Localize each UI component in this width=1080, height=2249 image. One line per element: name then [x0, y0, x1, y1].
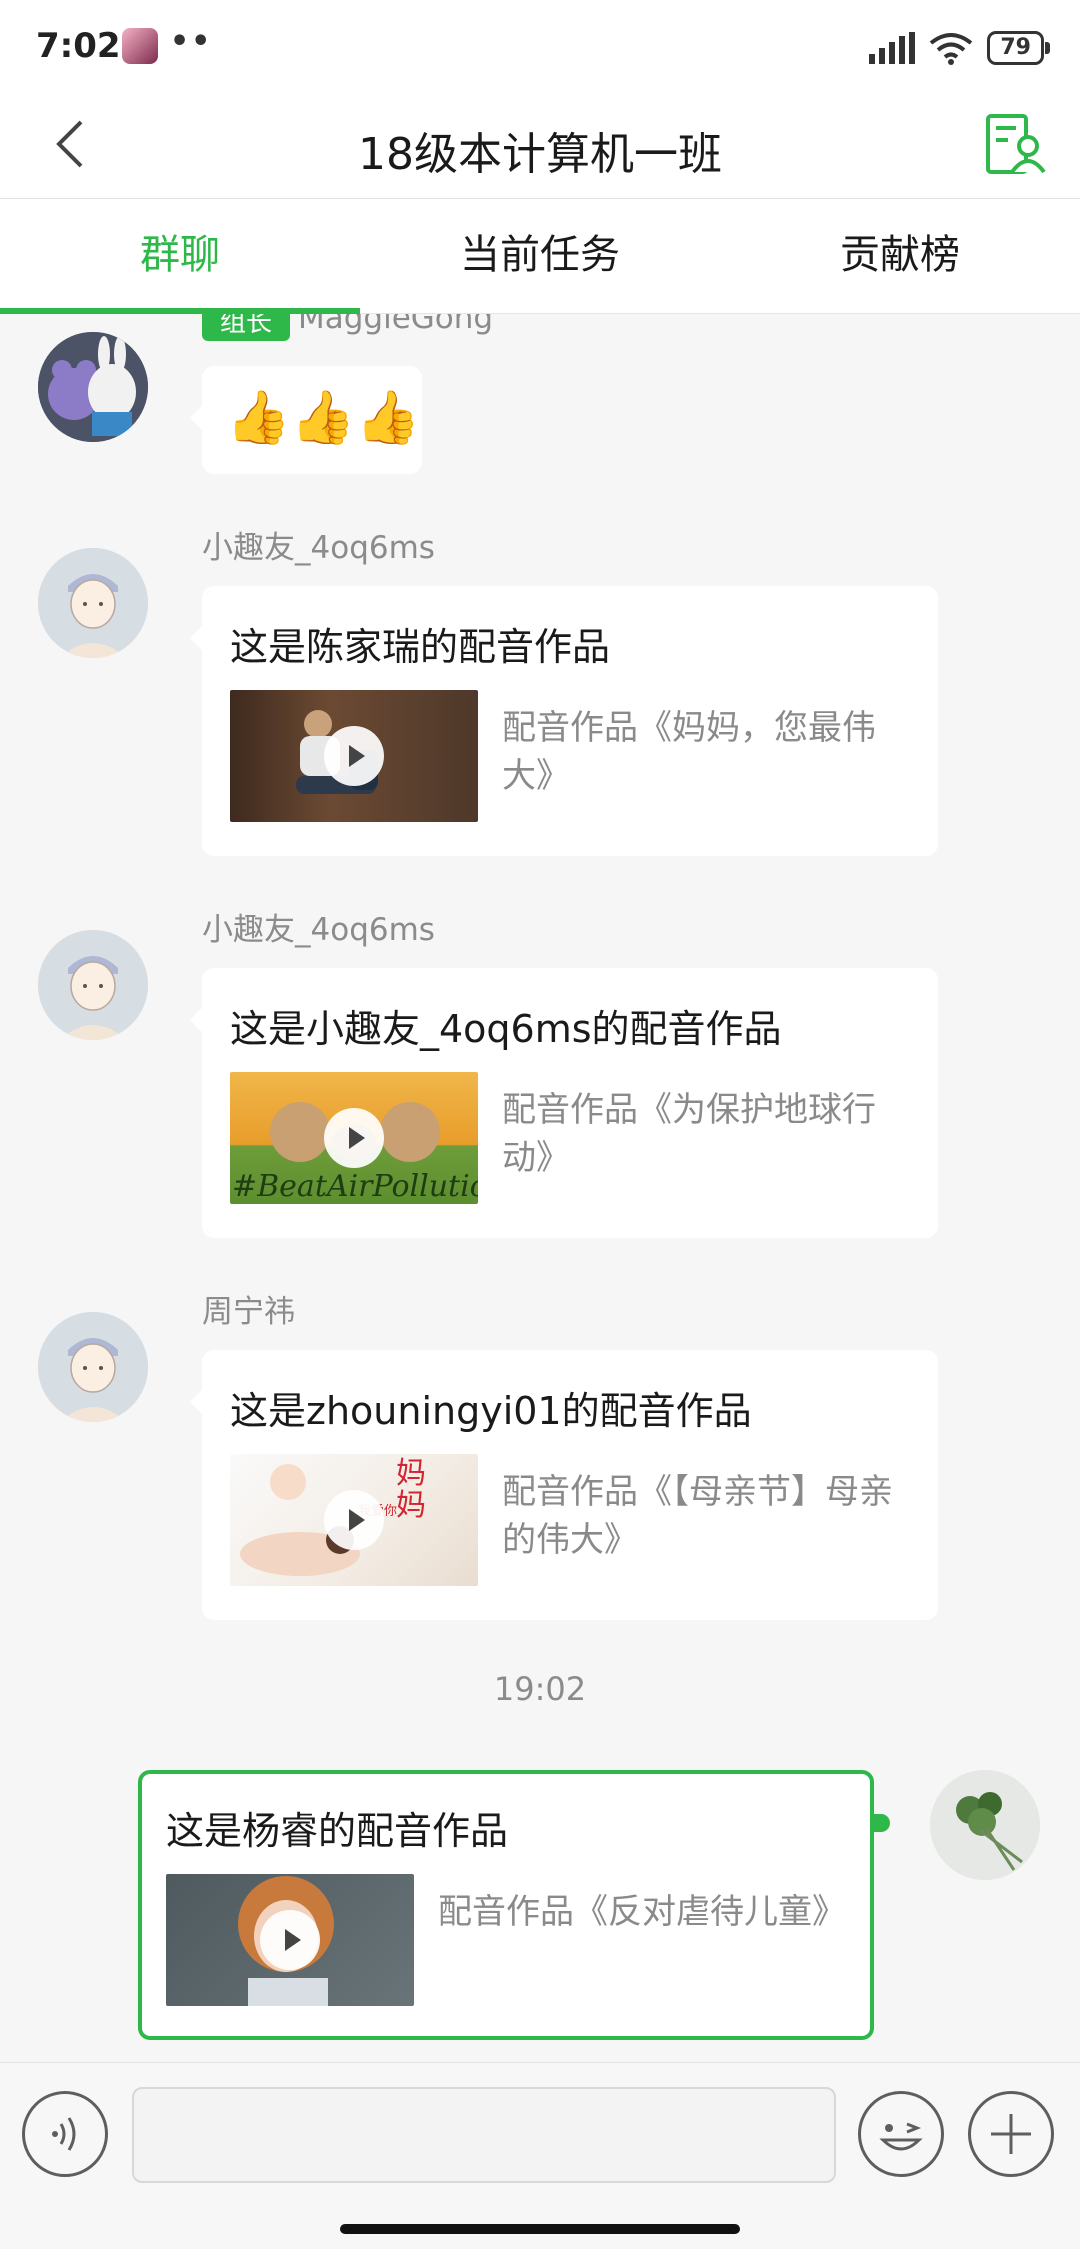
plus-icon	[991, 2114, 1031, 2154]
sender-name: MaggieGong	[298, 314, 494, 336]
tab-bar: 群聊 当前任务 贡献榜	[0, 199, 1080, 314]
play-icon[interactable]	[260, 1910, 320, 1970]
card-title: 这是zhouningyi01的配音作品	[230, 1389, 752, 1433]
signal-icon	[869, 32, 916, 64]
app-header: 18级本计算机一班	[0, 92, 1080, 199]
emoji-button[interactable]	[858, 2091, 944, 2177]
card-description: 配音作品《为保护地球行动》	[502, 1090, 876, 1178]
thumbnail-title-text: 妈妈	[396, 1456, 426, 1523]
status-bar: 7:02 •• 79	[0, 0, 1080, 92]
dubbing-work-card[interactable]: 这是zhouningyi01的配音作品 妈妈 我爱你 配音作品《【母亲节】母亲的…	[190, 1350, 938, 1620]
app-notification-icon	[122, 28, 158, 64]
wifi-icon	[930, 33, 973, 65]
voice-icon	[52, 2117, 76, 2151]
card-description: 配音作品《【母亲节】母亲的伟大》	[502, 1472, 893, 1560]
flowers-avatar-image	[930, 1770, 1040, 1880]
more-notifications-indicator: ••	[170, 24, 213, 59]
plush-toys-avatar-image	[38, 332, 148, 442]
video-thumbnail[interactable]: #BeatAirPollution	[230, 1072, 478, 1204]
default-user-avatar-icon	[38, 1312, 148, 1422]
emoji-message-bubble[interactable]: 👍👍👍	[190, 366, 422, 474]
bubble-tail	[874, 1814, 890, 1832]
card-description: 配音作品《妈妈，您最伟大》	[502, 708, 876, 796]
dubbing-work-card[interactable]: 这是小趣友_4oq6ms的配音作品 #BeatAirPollution 配音作品…	[190, 968, 938, 1238]
play-icon[interactable]	[324, 1490, 384, 1550]
sender-name: 周宁祎	[202, 1294, 295, 1330]
play-icon[interactable]	[324, 1108, 384, 1168]
default-user-avatar-icon	[38, 930, 148, 1040]
thumbs-up-emoji: 👍👍👍	[226, 388, 421, 448]
page-title: 18级本计算机一班	[358, 129, 722, 180]
message-input-bar	[0, 2062, 1080, 2249]
message-timestamp: 19:02	[493, 1670, 587, 1708]
avatar[interactable]	[38, 332, 148, 442]
thumbnail-hashtag: #BeatAirPollution	[232, 1169, 478, 1204]
sender-name: 小趣友_4oq6ms	[202, 912, 435, 948]
tab-current-tasks[interactable]: 当前任务	[360, 199, 720, 313]
tab-contribution-ranking[interactable]: 贡献榜	[720, 199, 1080, 313]
card-title: 这是小趣友_4oq6ms的配音作品	[230, 1007, 782, 1051]
status-time: 7:02	[36, 26, 121, 66]
my-dubbing-work-card[interactable]: 这是杨睿的配音作品 配音作品《反对虐待儿童》	[138, 1770, 874, 2040]
chat-message-list[interactable]: 组长 MaggieGong 👍👍👍 小趣友_4oq6ms 这是陈家瑞的配音作品 …	[0, 314, 1080, 2062]
member-list-icon	[986, 114, 1046, 174]
battery-indicator: 79	[987, 31, 1050, 65]
smiley-wink-icon	[879, 2122, 923, 2151]
dubbing-work-card[interactable]: 这是陈家瑞的配音作品 配音作品《妈妈，您最伟大》	[190, 586, 938, 856]
avatar[interactable]	[38, 1312, 148, 1422]
my-avatar[interactable]	[930, 1770, 1040, 1880]
avatar[interactable]	[38, 930, 148, 1040]
message-input[interactable]	[132, 2087, 836, 2183]
group-members-button[interactable]	[982, 112, 1048, 178]
video-thumbnail[interactable]	[230, 690, 478, 822]
add-attachment-button[interactable]	[968, 2091, 1054, 2177]
default-user-avatar-icon	[38, 548, 148, 658]
role-badge: 组长	[202, 314, 291, 341]
card-title: 这是杨睿的配音作品	[166, 1809, 509, 1853]
tab-group-chat[interactable]: 群聊	[0, 199, 360, 314]
card-description: 配音作品《反对虐待儿童》	[438, 1892, 846, 1932]
card-title: 这是陈家瑞的配音作品	[230, 625, 611, 669]
video-thumbnail[interactable]: 妈妈 我爱你	[230, 1454, 478, 1586]
sender-name: 小趣友_4oq6ms	[202, 530, 435, 566]
video-thumbnail[interactable]	[166, 1874, 414, 2006]
home-indicator[interactable]	[340, 2224, 740, 2234]
play-icon[interactable]	[324, 726, 384, 786]
avatar[interactable]	[38, 548, 148, 658]
voice-input-button[interactable]	[22, 2091, 108, 2177]
